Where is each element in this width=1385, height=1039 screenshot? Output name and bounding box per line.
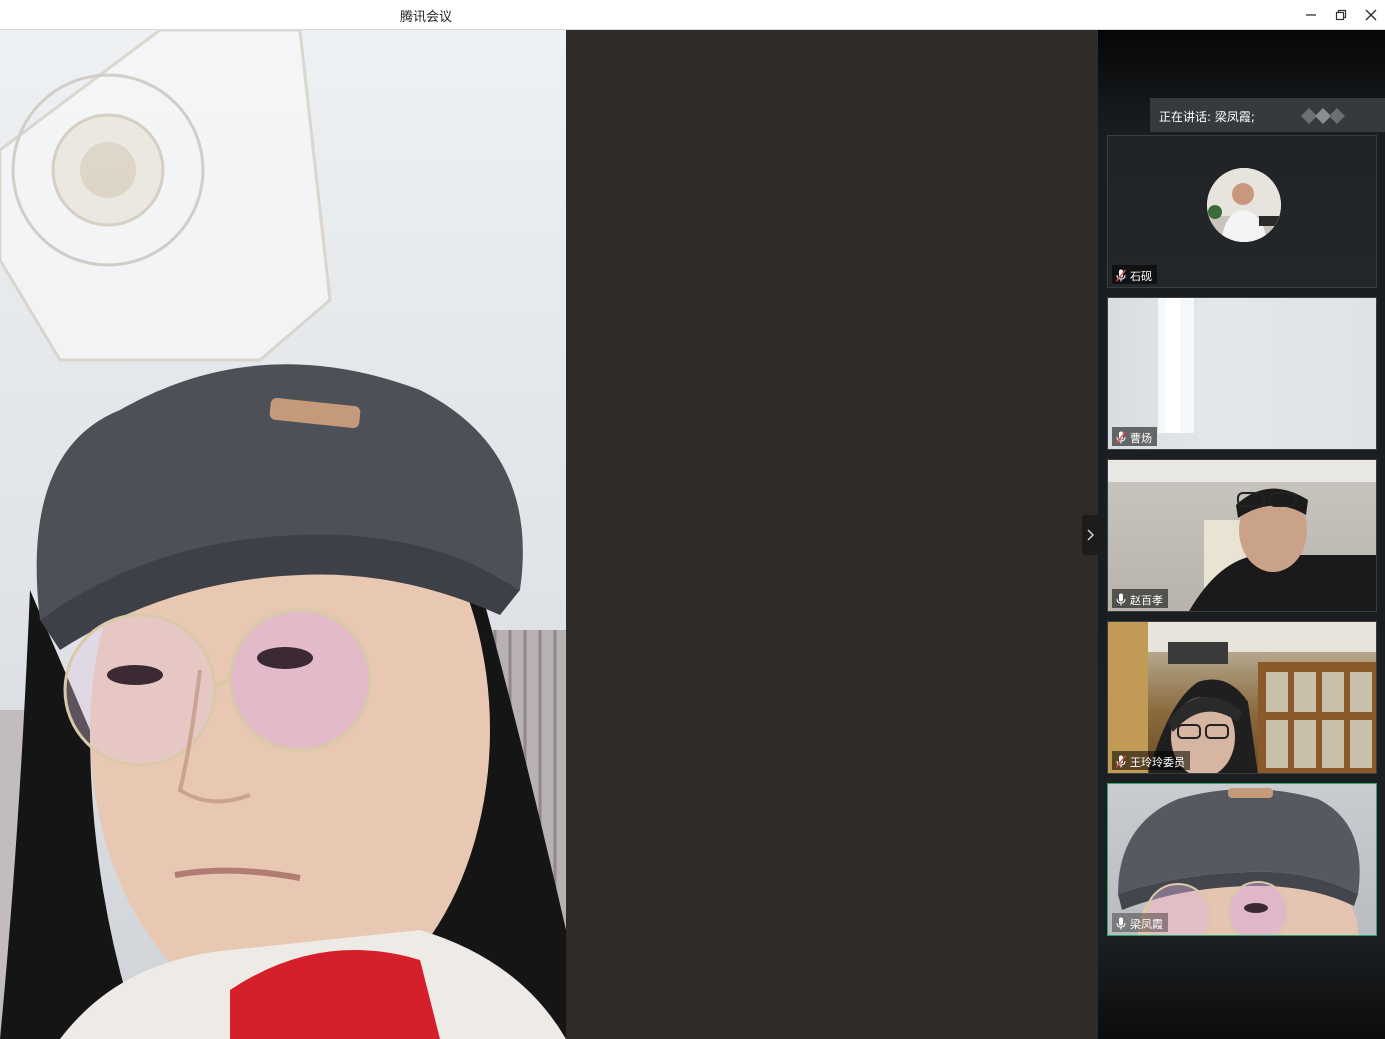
participant-name: 石砚	[1130, 269, 1152, 283]
participant-tile[interactable]: 曹炀	[1107, 297, 1377, 450]
participant-tile[interactable]: 王玲玲委员	[1107, 621, 1377, 774]
stage-area	[566, 30, 1098, 1039]
mic-icon	[1116, 917, 1126, 930]
speaking-text: 正在讲话: 梁凤霞;	[1159, 110, 1255, 124]
participant-sidebar: 正在讲话: 梁凤霞; 石砚 曹炀 赵百孝 王玲玲委员 梁凤霞	[1098, 30, 1385, 1039]
mic-muted-icon	[1116, 269, 1126, 282]
participant-tile-self[interactable]: 梁凤霞	[1107, 783, 1377, 936]
mic-muted-icon	[1116, 755, 1126, 768]
participant-name: 赵百孝	[1130, 593, 1163, 607]
window-title: 腾讯会议	[400, 10, 453, 25]
minimize-icon[interactable]	[1296, 0, 1326, 30]
participant-label: 曹炀	[1112, 427, 1157, 446]
main-speaker-video[interactable]	[0, 30, 566, 1039]
speaking-indicator: 正在讲话: 梁凤霞;	[1150, 98, 1385, 132]
restore-icon[interactable]	[1326, 0, 1356, 30]
participant-tile[interactable]: 石砚	[1107, 135, 1377, 288]
participant-label: 赵百孝	[1112, 589, 1168, 608]
participant-avatar	[1207, 168, 1281, 242]
tencent-meeting-logo-icon	[1301, 108, 1345, 124]
participant-label: 石砚	[1112, 265, 1157, 284]
title-bar: 腾讯会议	[0, 0, 1385, 30]
participant-label: 王玲玲委员	[1112, 751, 1190, 770]
collapse-sidebar-button[interactable]	[1082, 515, 1098, 555]
chevron-right-icon	[1087, 529, 1094, 541]
mic-muted-icon	[1116, 431, 1126, 444]
close-icon[interactable]	[1356, 0, 1385, 30]
mic-icon	[1116, 593, 1126, 606]
participant-name: 梁凤霞	[1130, 917, 1163, 931]
participant-label: 梁凤霞	[1112, 913, 1168, 932]
speaker-video-frame	[0, 30, 566, 1039]
participant-name: 王玲玲委员	[1130, 755, 1185, 769]
participant-name: 曹炀	[1130, 431, 1152, 445]
participant-tile[interactable]: 赵百孝	[1107, 459, 1377, 612]
